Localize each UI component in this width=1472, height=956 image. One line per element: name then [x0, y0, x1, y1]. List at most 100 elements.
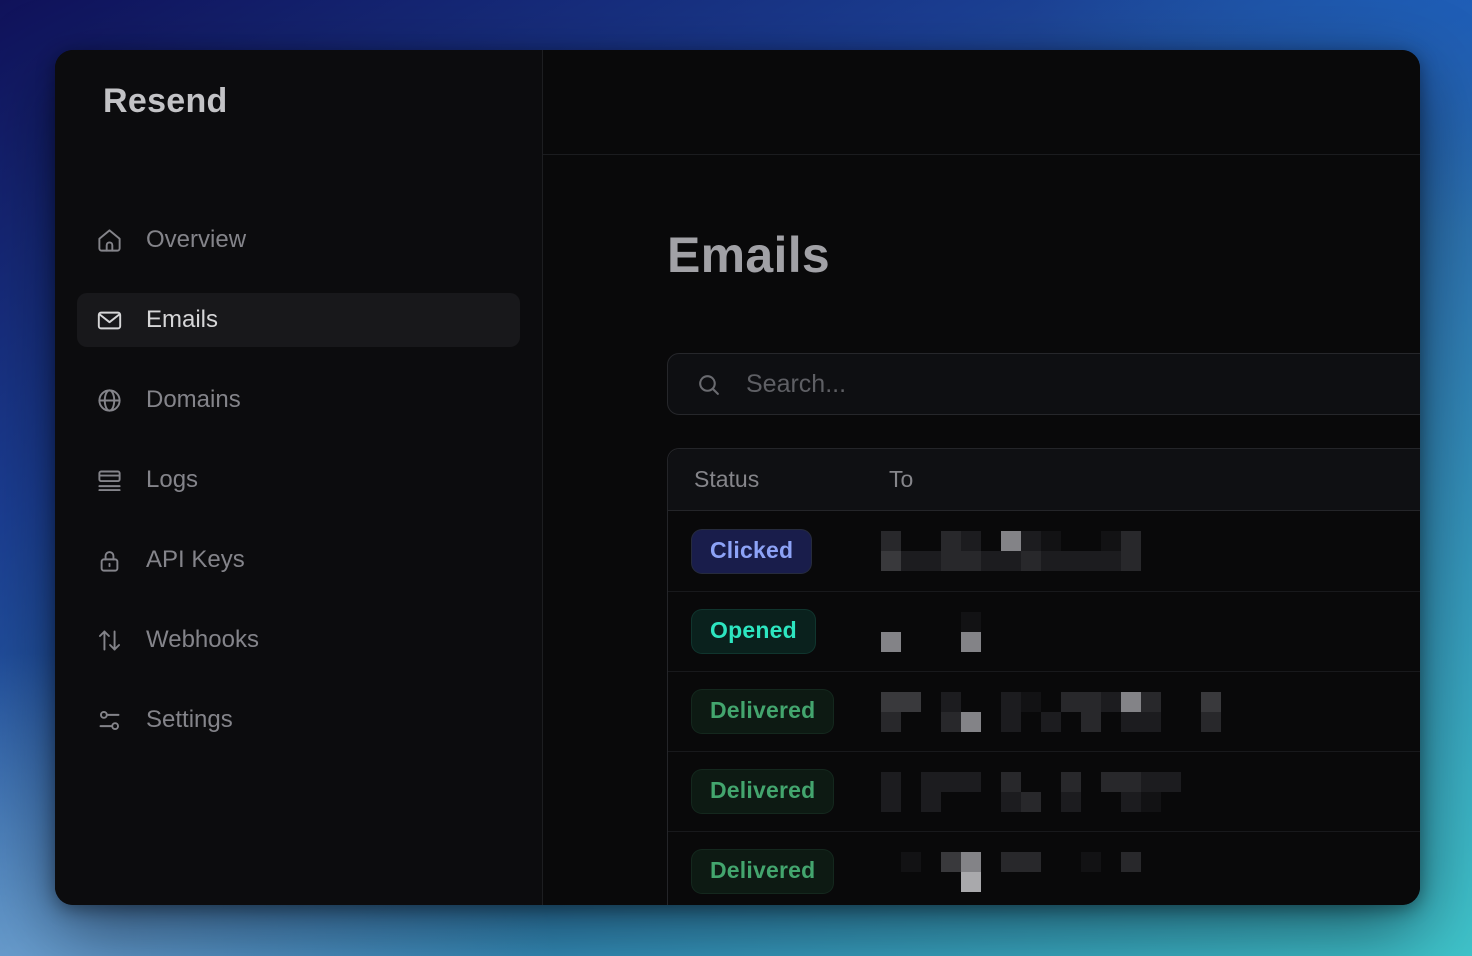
redacted-pixel — [961, 712, 981, 732]
redacted-pixel — [961, 632, 981, 652]
redacted-pixel — [881, 712, 901, 732]
redacted-pixel — [921, 772, 941, 792]
redacted-pixel — [1101, 551, 1121, 571]
redacted-pixel — [1001, 772, 1021, 792]
redacted-pixel — [941, 692, 961, 712]
redacted-pixel — [881, 692, 901, 712]
logs-icon — [96, 467, 123, 494]
redacted-pixel — [1181, 792, 1201, 812]
redacted-pixel — [941, 792, 961, 812]
sidebar-item-label: Logs — [146, 466, 198, 494]
redacted-pixel — [901, 632, 921, 652]
redacted-pixel — [961, 551, 981, 571]
redacted-pixel — [1161, 531, 1181, 551]
redacted-pixel — [1161, 551, 1181, 571]
recipient-redacted — [881, 531, 1420, 571]
redacted-pixel — [1061, 531, 1081, 551]
redacted-pixel — [1101, 852, 1121, 872]
redacted-pixel — [1081, 632, 1101, 652]
main-header — [543, 50, 1420, 155]
redacted-pixel — [1201, 632, 1221, 652]
sidebar-item-webhooks[interactable]: Webhooks — [77, 613, 520, 667]
table-row[interactable]: Delivered — [668, 831, 1420, 905]
redacted-pixel — [1201, 872, 1221, 892]
redacted-pixel — [1021, 531, 1041, 551]
arrows-up-down-icon — [96, 627, 123, 654]
redacted-pixel — [901, 531, 921, 551]
redacted-pixel — [1141, 712, 1161, 732]
redacted-pixel — [1061, 692, 1081, 712]
search-input[interactable] — [744, 369, 1196, 400]
redacted-pixel — [1181, 852, 1201, 872]
table-row[interactable]: Clicked — [668, 511, 1420, 591]
redacted-pixel — [1101, 712, 1121, 732]
email-table-body: ClickedOpenedDeliveredDeliveredDelivered — [668, 511, 1420, 905]
redacted-pixel — [941, 872, 961, 892]
redacted-pixel — [1181, 531, 1201, 551]
redacted-pixel — [1161, 772, 1181, 792]
redacted-pixel — [1121, 531, 1141, 551]
redacted-pixel — [881, 872, 901, 892]
redacted-pixel — [961, 872, 981, 892]
table-row[interactable]: Delivered — [668, 671, 1420, 751]
redacted-pixel — [961, 692, 981, 712]
redacted-pixel — [981, 772, 1001, 792]
sidebar-item-settings[interactable]: Settings — [77, 693, 520, 747]
redacted-pixel — [981, 872, 1001, 892]
search-icon — [696, 372, 721, 397]
redacted-pixel — [1061, 612, 1081, 632]
redacted-pixel — [1141, 632, 1161, 652]
status-cell: Opened — [668, 610, 889, 653]
redacted-pixel — [921, 632, 941, 652]
sidebar-item-logs[interactable]: Logs — [77, 453, 520, 507]
redacted-pixel — [941, 531, 961, 551]
sidebar-item-overview[interactable]: Overview — [77, 213, 520, 267]
redacted-pixel — [901, 712, 921, 732]
redacted-pixel — [1181, 632, 1201, 652]
redacted-pixel — [961, 852, 981, 872]
redacted-pixel — [1061, 632, 1081, 652]
redacted-pixel — [1041, 772, 1061, 792]
table-row[interactable]: Delivered — [668, 751, 1420, 831]
redacted-pixel — [1001, 632, 1021, 652]
column-header-to: To — [889, 466, 1420, 493]
table-row[interactable]: Opened — [668, 591, 1420, 671]
redacted-pixel — [1001, 872, 1021, 892]
sidebar-item-label: Domains — [146, 386, 241, 414]
redacted-pixel — [881, 551, 901, 571]
redacted-pixel — [1001, 551, 1021, 571]
redacted-pixel — [921, 792, 941, 812]
redacted-pixel — [941, 551, 961, 571]
page-title: Emails — [667, 227, 1420, 283]
redacted-pixel — [1061, 712, 1081, 732]
redacted-pixel — [901, 612, 921, 632]
redacted-pixel — [1001, 852, 1021, 872]
sidebar-item-api-keys[interactable]: API Keys — [77, 533, 520, 587]
sidebar-item-emails[interactable]: Emails — [77, 293, 520, 347]
redacted-pixel — [1181, 712, 1201, 732]
redacted-pixel — [881, 531, 901, 551]
redacted-pixel — [981, 551, 1001, 571]
redacted-pixel — [1121, 612, 1141, 632]
redacted-pixel — [1121, 632, 1141, 652]
sidebar: Resend OverviewEmailsDomainsLogsAPI Keys… — [55, 50, 543, 905]
redacted-pixel — [901, 692, 921, 712]
redacted-pixel — [881, 792, 901, 812]
lock-icon — [96, 547, 123, 574]
status-badge: Delivered — [692, 850, 833, 893]
redacted-pixel — [881, 612, 901, 632]
redacted-pixel — [1101, 692, 1121, 712]
redacted-pixel — [1021, 692, 1041, 712]
redacted-pixel — [1081, 692, 1101, 712]
redacted-pixel — [1101, 872, 1121, 892]
redacted-pixel — [1001, 612, 1021, 632]
redacted-pixel — [1201, 612, 1221, 632]
redacted-pixel — [1081, 792, 1101, 812]
redacted-pixel — [981, 792, 1001, 812]
home-icon — [96, 227, 123, 254]
redacted-pixel — [1181, 692, 1201, 712]
redacted-pixel — [1041, 551, 1061, 571]
redacted-pixel — [1141, 531, 1161, 551]
sidebar-item-domains[interactable]: Domains — [77, 373, 520, 427]
sidebar-nav: Overview Emails Domains Logs API Keys Webhook… — [77, 213, 520, 747]
